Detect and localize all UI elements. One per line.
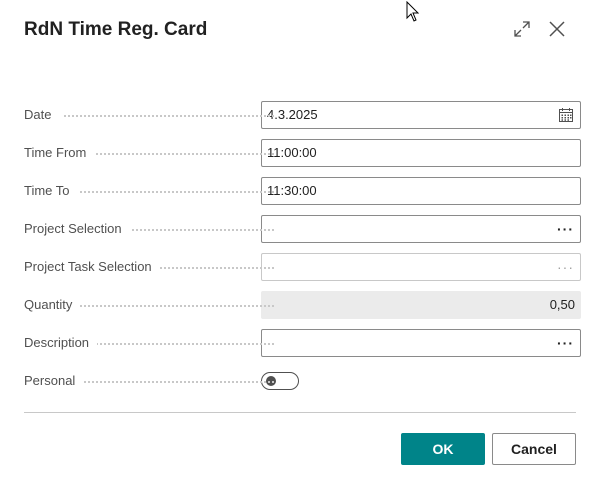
project-selection-label: Project Selection <box>24 215 130 243</box>
ellipsis-icon[interactable]: ··· <box>557 330 574 356</box>
label-leader-dots <box>64 191 274 193</box>
quantity-label: Quantity <box>24 291 81 319</box>
label-leader-dots <box>64 305 274 307</box>
date-field[interactable]: 4.3.2025 <box>261 101 581 129</box>
time-to-label: Time To <box>24 177 78 205</box>
description-label: Description <box>24 329 98 357</box>
personal-label: Personal <box>24 367 84 395</box>
ellipsis-icon[interactable]: ··· <box>557 254 574 280</box>
project-task-selection-row: Project Task Selection ··· <box>24 253 581 281</box>
label-leader-dots <box>64 153 274 155</box>
time-to-row: Time To 11:30:00 <box>24 177 581 205</box>
time-from-label: Time From <box>24 139 95 167</box>
label-leader-dots <box>64 115 274 117</box>
dialog-title: RdN Time Reg. Card <box>24 19 208 40</box>
date-row: Date 4.3.2025 <box>24 101 581 129</box>
project-selection-row: Project Selection ··· <box>24 215 581 243</box>
time-to-field[interactable]: 11:30:00 <box>261 177 581 205</box>
quantity-value: 0,50 <box>549 297 575 312</box>
description-row: Description ··· <box>24 329 581 357</box>
calendar-icon[interactable] <box>558 102 574 128</box>
project-task-selection-label: Project Task Selection <box>24 253 160 281</box>
date-value: 4.3.2025 <box>267 107 318 122</box>
project-task-selection-field[interactable]: ··· <box>261 253 581 281</box>
footer-divider <box>24 412 576 413</box>
cancel-button[interactable]: Cancel <box>492 433 576 465</box>
time-to-value: 11:30:00 <box>267 183 317 198</box>
ellipsis-icon[interactable]: ··· <box>557 216 574 242</box>
project-selection-field[interactable]: ··· <box>261 215 581 243</box>
close-icon[interactable] <box>546 18 568 40</box>
label-leader-dots <box>64 381 274 383</box>
personal-row: Personal <box>24 367 576 395</box>
description-field[interactable]: ··· <box>261 329 581 357</box>
ok-button[interactable]: OK <box>401 433 485 465</box>
quantity-row: Quantity 0,50 <box>24 291 581 319</box>
mouse-cursor-icon <box>406 0 420 23</box>
date-label: Date <box>24 101 60 129</box>
quantity-field: 0,50 <box>261 291 581 319</box>
time-from-field[interactable]: 11:00:00 <box>261 139 581 167</box>
time-from-value: 11:00:00 <box>267 145 317 160</box>
time-reg-card-dialog: RdN Time Reg. Card Date 4.3.2025 Time Fr… <box>0 0 599 487</box>
expand-icon[interactable] <box>511 18 533 40</box>
time-from-row: Time From 11:00:00 <box>24 139 581 167</box>
